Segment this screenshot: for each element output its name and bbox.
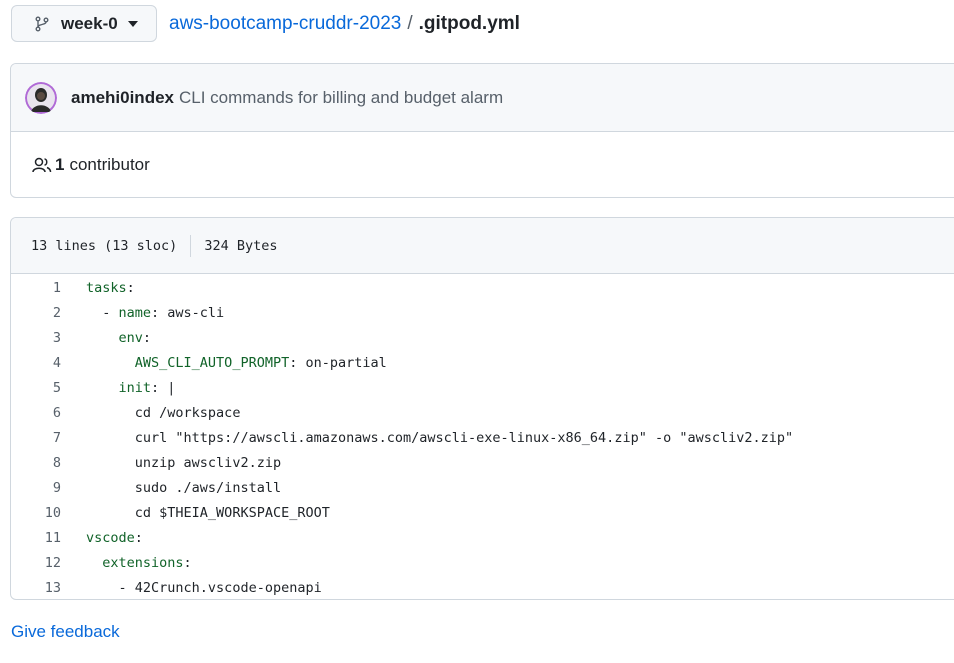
breadcrumb-separator: / <box>407 13 413 34</box>
line-code: cd /workspace <box>86 404 241 421</box>
file-info-header: 13 lines (13 sloc) 324 Bytes <box>11 218 954 274</box>
contributor-label: contributor <box>69 155 150 174</box>
branch-label: week-0 <box>61 13 118 33</box>
code-line: 12 extensions: <box>11 550 954 575</box>
yaml-value: : on-partial <box>289 354 387 371</box>
line-number[interactable]: 6 <box>11 405 61 421</box>
yaml-value: : | <box>151 379 176 396</box>
yaml-value: : aws-cli <box>151 304 225 321</box>
code-line: 3 env: <box>11 325 954 350</box>
yaml-key: tasks <box>86 279 127 296</box>
line-number[interactable]: 11 <box>11 530 61 546</box>
branch-selector-button[interactable]: week-0 <box>11 5 157 42</box>
code-line: 8 unzip awscliv2.zip <box>11 450 954 475</box>
latest-commit-row: amehi0index CLI commands for billing and… <box>11 64 954 132</box>
yaml-value: : <box>183 554 192 571</box>
yaml-key: extensions <box>102 554 184 571</box>
line-code: curl "https://awscli.amazonaws.com/awscl… <box>86 430 793 446</box>
line-code: init: | <box>86 379 176 396</box>
code-line: 7 curl "https://awscli.amazonaws.com/aws… <box>11 425 954 450</box>
line-code: vscode: <box>86 530 143 546</box>
yaml-key: AWS_CLI_AUTO_PROMPT <box>134 354 290 371</box>
code-line: 11 vscode: <box>11 525 954 550</box>
line-code: - name: aws-cli <box>86 304 225 321</box>
contributors-row: 1 contributor <box>11 132 954 197</box>
yaml-value: : <box>126 279 135 296</box>
repo-link[interactable]: aws-bootcamp-cruddr-2023 <box>169 13 401 35</box>
git-branch-icon <box>34 16 50 32</box>
code-line: 6 cd /workspace <box>11 400 954 425</box>
line-number[interactable]: 12 <box>11 555 61 571</box>
header-divider <box>190 234 192 257</box>
code-line: 4 AWS_CLI_AUTO_PROMPT: on-partial <box>11 350 954 375</box>
latest-commit-box: amehi0index CLI commands for billing and… <box>10 63 954 198</box>
yaml-value: : <box>134 529 143 546</box>
yaml-value: sudo ./aws/install <box>134 479 282 496</box>
line-code: AWS_CLI_AUTO_PROMPT: on-partial <box>86 355 387 371</box>
line-number[interactable]: 1 <box>11 280 61 296</box>
line-number[interactable]: 2 <box>11 305 61 321</box>
yaml-value: curl "https://awscli.amazonaws.com/awscl… <box>134 429 794 446</box>
contributors-link[interactable]: 1 contributor <box>32 155 150 175</box>
code-line: 1 tasks: <box>11 275 954 300</box>
file-line-count: 13 lines (13 sloc) <box>31 237 178 254</box>
give-feedback-link[interactable]: Give feedback <box>11 622 120 642</box>
line-number[interactable]: 7 <box>11 430 61 446</box>
code-line: 10 cd $THEIA_WORKSPACE_ROOT <box>11 500 954 525</box>
line-number[interactable]: 9 <box>11 480 61 496</box>
line-number[interactable]: 8 <box>11 455 61 471</box>
file-size: 324 Bytes <box>204 237 278 254</box>
file-viewer: 13 lines (13 sloc) 324 Bytes 1 tasks: 2 - … <box>10 217 954 600</box>
line-number[interactable]: 10 <box>11 505 61 521</box>
code-line: 5 init: | <box>11 375 954 400</box>
line-code: env: <box>86 329 152 346</box>
yaml-value: cd $THEIA_WORKSPACE_ROOT <box>134 504 330 521</box>
people-icon <box>32 155 52 175</box>
line-number[interactable]: 3 <box>11 330 61 346</box>
line-code: unzip awscliv2.zip <box>86 455 281 471</box>
code-block: 1 tasks: 2 - name: aws-cli 3 env: 4 AWS_CLI_… <box>11 274 954 599</box>
commit-message-link[interactable]: CLI commands for billing and budget alar… <box>179 88 503 108</box>
line-code: cd $THEIA_WORKSPACE_ROOT <box>86 505 330 521</box>
line-number[interactable]: 5 <box>11 380 61 396</box>
line-number[interactable]: 4 <box>11 355 61 371</box>
breadcrumb: aws-bootcamp-cruddr-2023 / .gitpod.yml <box>169 13 520 35</box>
yaml-value: unzip awscliv2.zip <box>134 454 282 471</box>
line-code: - 42Crunch.vscode-openapi <box>86 579 322 596</box>
yaml-key: name <box>118 304 152 321</box>
yaml-value: 42Crunch.vscode-openapi <box>134 579 322 596</box>
yaml-value: cd /workspace <box>134 404 241 421</box>
code-line: 2 - name: aws-cli <box>11 300 954 325</box>
code-line: 9 sudo ./aws/install <box>11 475 954 500</box>
line-code: tasks: <box>86 280 135 296</box>
line-code: extensions: <box>86 554 192 571</box>
user-avatar[interactable] <box>25 81 57 114</box>
contributor-count: 1 <box>55 155 65 174</box>
yaml-value: : <box>142 329 152 346</box>
line-code: sudo ./aws/install <box>86 480 281 496</box>
file-name: .gitpod.yml <box>418 13 520 34</box>
yaml-key: init <box>118 379 152 396</box>
yaml-key: vscode <box>86 529 135 546</box>
commit-author-link[interactable]: amehi0index <box>71 88 174 108</box>
code-line: 13 - 42Crunch.vscode-openapi <box>11 575 954 599</box>
line-number[interactable]: 13 <box>11 580 61 596</box>
yaml-key: env <box>118 329 143 346</box>
triangle-down-icon <box>127 20 138 27</box>
